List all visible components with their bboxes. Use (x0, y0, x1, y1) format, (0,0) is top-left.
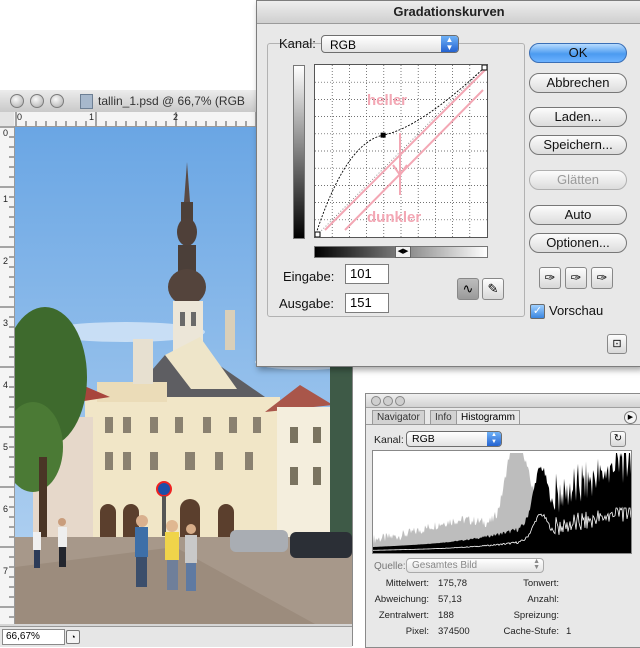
updown-arrow-icon: ▲ ▼ (441, 36, 458, 52)
pencil-tool-icon[interactable]: ✎ (482, 278, 504, 300)
minimize-palette-button[interactable] (383, 396, 393, 406)
minimize-window-button[interactable] (30, 94, 44, 108)
tab-info[interactable]: Info (430, 410, 457, 425)
ruler-label: 0 (3, 128, 9, 138)
ruler-label: 6 (3, 504, 9, 514)
ruler-label: 2 (173, 112, 179, 122)
output-value-field[interactable]: 151 (345, 293, 389, 313)
curve-endpoint-white[interactable] (481, 64, 488, 71)
status-info-icon[interactable]: ◔ (66, 630, 80, 644)
ruler-label: 1 (89, 112, 95, 122)
close-palette-button[interactable] (371, 396, 381, 406)
expand-graph-icon[interactable]: ⊡ (607, 334, 627, 354)
preview-checkbox[interactable]: ✓ (530, 304, 545, 319)
tab-navigator[interactable]: Navigator (372, 410, 425, 425)
ruler-origin[interactable] (0, 112, 15, 127)
histogram-channel-value: RGB (412, 433, 435, 445)
source-label: Quelle: (374, 561, 406, 572)
stat-value-deviation: 57,13 (438, 594, 462, 605)
channel-select-value: RGB (330, 38, 357, 52)
preview-label: Vorschau (549, 303, 604, 318)
histogram-palette-title-bar[interactable] (366, 394, 640, 408)
stat-label-cache-level: Cache-Stufe: (503, 626, 559, 637)
annotation-darker: dunkler (367, 209, 421, 226)
white-eyedropper-icon[interactable]: ✑ (591, 267, 613, 289)
histogram-palette: Navigator Info Histogramm ▶ Kanal: RGB ▲… (365, 393, 640, 648)
ruler-label: 0 (17, 112, 23, 122)
updown-arrow-icon: ▲ ▼ (487, 432, 501, 446)
source-select[interactable]: Gesamtes Bild ▲ ▼ (406, 558, 544, 573)
zoom-palette-button[interactable] (395, 396, 405, 406)
ok-button[interactable]: OK (529, 43, 627, 63)
black-eyedropper-icon[interactable]: ✑ (539, 267, 561, 289)
document-file-icon (80, 94, 93, 109)
stat-value-median: 188 (438, 610, 454, 621)
gradient-swap-icon[interactable]: ◀▶ (395, 246, 411, 258)
stat-label-pixels: Pixel: (405, 626, 429, 637)
document-status-bar: 66,67% ◔ (0, 626, 352, 647)
input-value-field[interactable]: 101 (345, 264, 389, 284)
stat-label-level: Tonwert: (523, 578, 559, 589)
ruler-label: 1 (3, 194, 9, 204)
smooth-button[interactable]: Glätten (529, 170, 627, 190)
input-label: Eingabe: (283, 269, 335, 284)
load-button[interactable]: Laden... (529, 107, 627, 127)
curve-tool-icon[interactable]: ∿ (457, 278, 479, 300)
palette-menu-icon[interactable]: ▶ (624, 411, 637, 424)
annotation-lighter: heller (367, 92, 407, 109)
zoom-window-button[interactable] (50, 94, 64, 108)
curve-endpoint-black[interactable] (314, 231, 321, 238)
output-label: Ausgabe: (279, 296, 334, 311)
stat-label-mean: Mittelwert: (385, 578, 429, 589)
channel-select[interactable]: RGB ▲ ▼ (321, 35, 459, 53)
tab-divider (366, 424, 640, 425)
source-select-value: Gesamtes Bild (412, 560, 478, 571)
gray-eyedropper-icon[interactable]: ✑ (565, 267, 587, 289)
stat-label-median: Zentralwert: (378, 610, 429, 621)
stat-label-deviation: Abweichung: (374, 594, 429, 605)
curve-control-point[interactable] (380, 132, 386, 138)
stat-label-percentile: Spreizung: (513, 610, 559, 621)
histogram-graph-canvas (372, 453, 632, 553)
histogram-channel-select[interactable]: RGB ▲ ▼ (406, 431, 502, 447)
updown-arrow-icon: ▲ ▼ (533, 558, 540, 571)
ruler-label: 7 (3, 566, 9, 576)
stat-value-mean: 175,78 (438, 578, 468, 589)
stat-value-pixels: 374500 (438, 626, 470, 637)
channel-label: Kanal: (279, 36, 316, 51)
output-gradient-bar (293, 65, 305, 239)
document-title: tallin_1.psd @ 66,7% (RGB (98, 94, 245, 108)
curve-graph-canvas: heller dunkler (314, 64, 488, 238)
cancel-button[interactable]: Abbrechen (529, 73, 627, 93)
refresh-icon[interactable]: ↻ (610, 431, 626, 447)
auto-button[interactable]: Auto (529, 205, 627, 225)
curves-dialog: Gradationskurven Kanal: RGB ▲ ▼ heller du… (256, 0, 640, 367)
histogram-graph (372, 450, 632, 554)
ruler-label: 5 (3, 442, 9, 452)
tab-histogram[interactable]: Histogramm (456, 410, 520, 425)
ruler-label: 3 (3, 318, 9, 328)
options-button[interactable]: Optionen... (529, 233, 627, 253)
curve-graph[interactable]: heller dunkler (314, 64, 488, 238)
ruler-label: 4 (3, 380, 9, 390)
vertical-ruler[interactable]: 0 1 2 3 4 5 6 7 (0, 126, 15, 624)
ruler-label: 2 (3, 256, 9, 266)
save-button[interactable]: Speichern... (529, 135, 627, 155)
close-window-button[interactable] (10, 94, 24, 108)
stat-value-cache-level: 1 (566, 626, 572, 637)
zoom-level-field[interactable]: 66,67% (2, 629, 65, 645)
histogram-channel-label: Kanal: (374, 434, 404, 446)
stat-label-count: Anzahl: (527, 594, 559, 605)
curves-dialog-title: Gradationskurven (257, 1, 640, 24)
